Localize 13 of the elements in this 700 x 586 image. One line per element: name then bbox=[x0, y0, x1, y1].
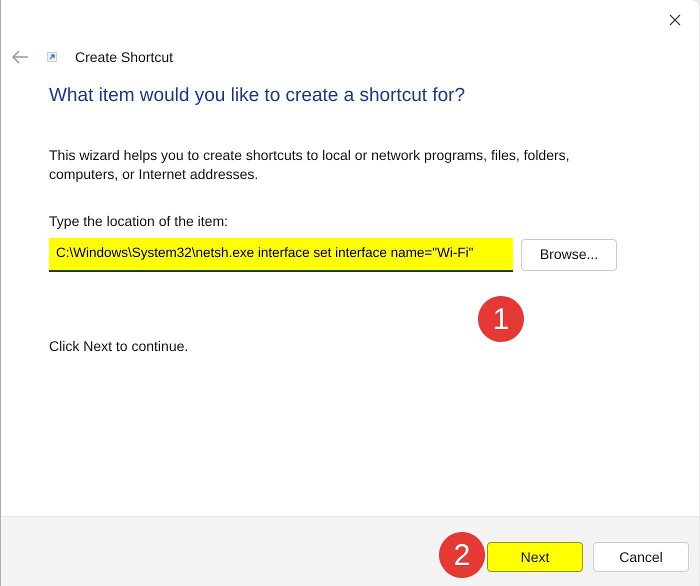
wizard-heading: What item would you like to create a shortcut for? bbox=[49, 84, 466, 108]
next-button[interactable]: Next bbox=[487, 542, 583, 572]
window-title: Create Shortcut bbox=[75, 48, 174, 66]
continue-hint: Click Next to continue. bbox=[49, 336, 188, 356]
browse-button[interactable]: Browse... bbox=[521, 238, 617, 270]
wizard-description: This wizard helps you to create shortcuts to local or network programs, files, folders, computers, or Internet addresses. bbox=[49, 146, 571, 184]
location-label: Type the location of the item: bbox=[49, 212, 229, 231]
shortcut-icon bbox=[47, 52, 57, 62]
cancel-button[interactable]: Cancel bbox=[593, 542, 689, 572]
step-number-badge: 1 bbox=[478, 296, 524, 342]
back-arrow-icon[interactable] bbox=[11, 50, 29, 64]
close-icon bbox=[669, 14, 681, 26]
location-input-field[interactable]: C:\Windows\System32\netsh.exe interface set interface name="Wi-Fi" bbox=[49, 238, 513, 272]
